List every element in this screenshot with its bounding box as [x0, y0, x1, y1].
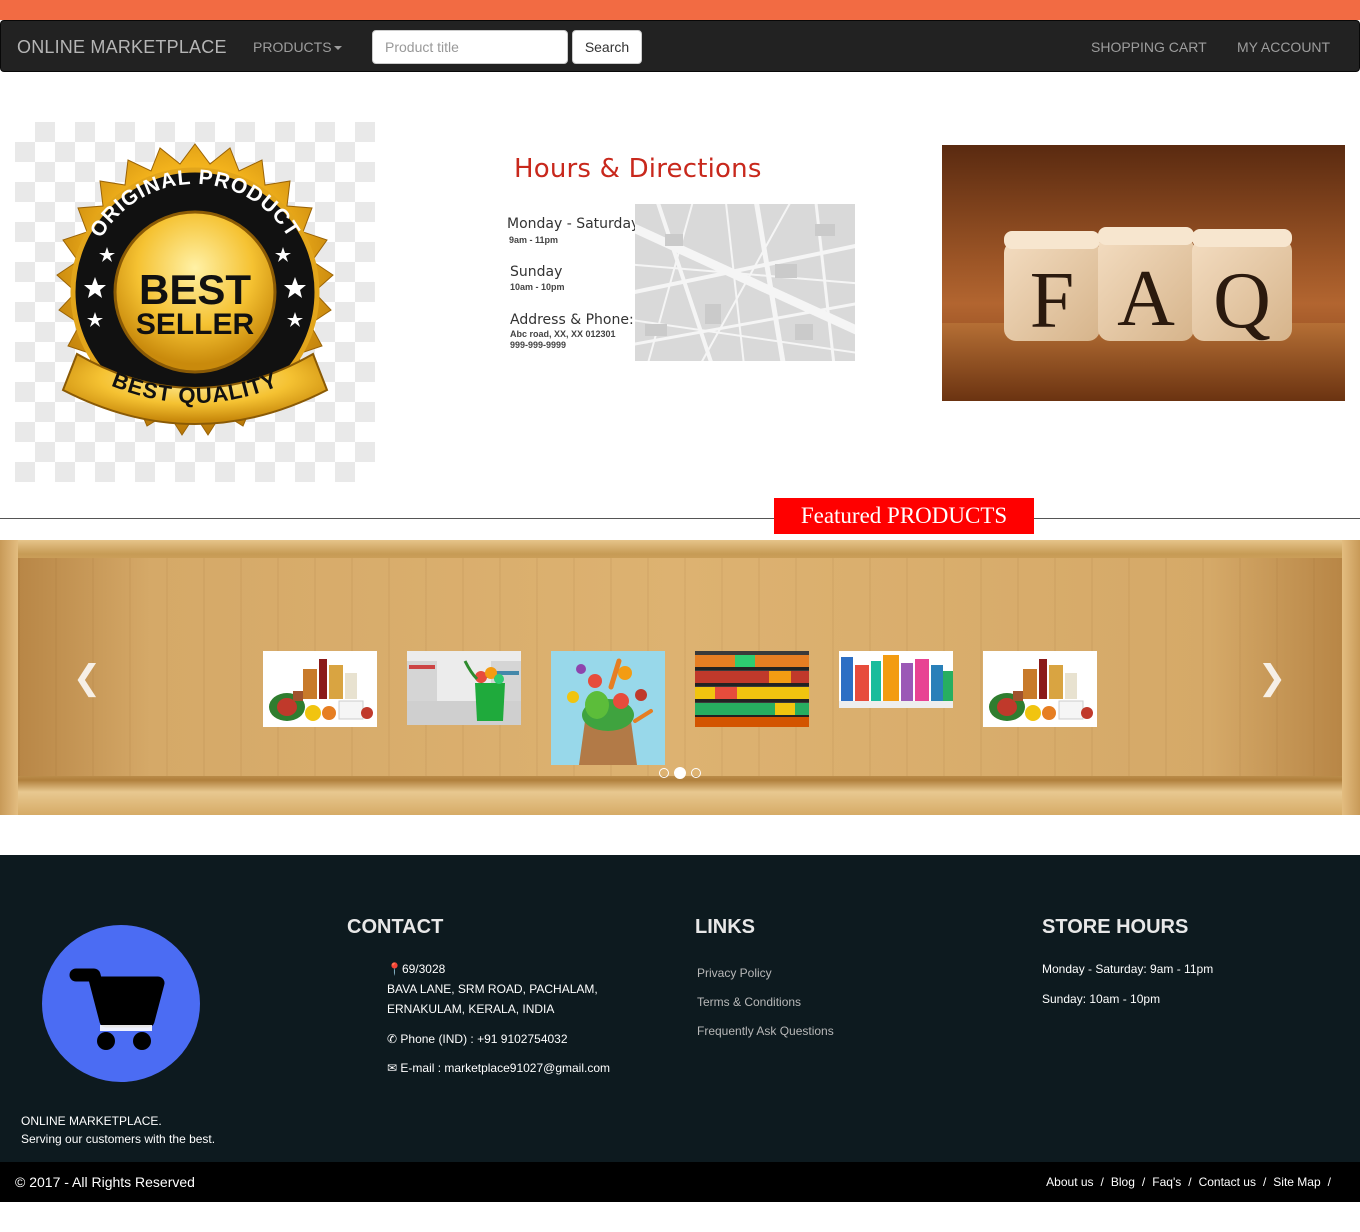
product-thumb-grocery-assortment[interactable] [263, 651, 377, 727]
carousel-indicator-3[interactable] [691, 768, 701, 778]
product-thumb-shopping-bag[interactable] [407, 651, 521, 725]
copyright-text: © 2017 - All Rights Reserved [15, 1174, 195, 1190]
badge-line1: BEST [139, 266, 251, 313]
address-line-3: ERNAKULAM, KERALA, INDIA [387, 1002, 555, 1016]
address-line-2: BAVA LANE, SRM ROAD, PACHALAM, [387, 982, 598, 996]
carousel-next-chevron-icon[interactable]: ❯ [1257, 658, 1287, 698]
footer-brand-name: ONLINE MARKETPLACE. [21, 1114, 162, 1128]
best-seller-badge[interactable]: ORIGINAL PRODUCT BEST SELLER BEST QUALIT… [15, 122, 375, 482]
store-hours-sunday: Sunday: 10am - 10pm [1042, 992, 1161, 1006]
shelf-right-panel [1342, 540, 1360, 815]
map-marker-icon: 📍 [387, 962, 402, 976]
product-thumb-produce-shelves[interactable] [695, 651, 809, 727]
phone-icon: ✆ [387, 1032, 398, 1046]
produce-shelves-image-icon [695, 651, 809, 727]
product-thumb-grocery-assortment-2[interactable] [983, 651, 1097, 727]
caret-down-icon [333, 46, 342, 51]
product-thumb-vegetables-bag[interactable] [551, 651, 665, 765]
carousel-indicator-2[interactable] [674, 767, 686, 779]
sunday-time: 10am - 10pm [510, 282, 565, 292]
site-map-link[interactable]: Site Map [1273, 1175, 1320, 1189]
product-thumb-household-products[interactable] [839, 651, 953, 708]
contact-us-link[interactable]: Contact us [1199, 1175, 1256, 1189]
bottom-bar: © 2017 - All Rights Reserved About us / Bl… [0, 1162, 1360, 1202]
address-label: Address & Phone: [510, 312, 634, 328]
vegetables-paper-bag-image-icon [551, 651, 665, 765]
faq-link[interactable]: Frequently Ask Questions [697, 1024, 834, 1038]
my-account-link[interactable]: MY ACCOUNT [1237, 39, 1330, 55]
featured-carousel: ❮ ❯ [0, 540, 1360, 815]
products-dropdown-label: PRODUCTS [253, 39, 332, 55]
faq-letter-q: Q [1213, 257, 1271, 345]
badge-line2: SELLER [136, 308, 255, 341]
shopping-cart-icon [69, 968, 165, 1050]
about-us-link[interactable]: About us [1046, 1175, 1093, 1189]
carousel-indicator-1[interactable] [659, 768, 669, 778]
navbar: ONLINE MARKETPLACE PRODUCTS Search SHOPP… [0, 20, 1360, 72]
household-products-image-icon [839, 651, 953, 708]
link-separator: / [1327, 1175, 1331, 1189]
shelf-left-panel [0, 540, 18, 815]
shopping-cart-link[interactable]: SHOPPING CART [1091, 39, 1207, 55]
brand-link[interactable]: ONLINE MARKETPLACE [17, 37, 227, 58]
link-separator: / [1141, 1175, 1146, 1189]
weekday-label: Monday - Saturday [507, 216, 640, 232]
contact-email[interactable]: E-mail : marketplace91027@gmail.com [400, 1061, 610, 1075]
footer-brand: ONLINE MARKETPLACE. Serving our customer… [21, 1112, 215, 1148]
street-map-image [635, 204, 855, 361]
cart-logo [42, 925, 200, 1082]
carousel-prev-chevron-icon[interactable]: ❮ [72, 658, 102, 698]
grocery-assortment-image-icon [263, 651, 377, 727]
search-input[interactable] [372, 30, 568, 64]
footer: ONLINE MARKETPLACE. Serving our customer… [0, 855, 1360, 1162]
footer-tagline: Serving our customers with the best. [21, 1132, 216, 1146]
contact-heading: CONTACT [347, 916, 444, 938]
search-button[interactable]: Search [572, 30, 642, 64]
link-separator: / [1100, 1175, 1104, 1189]
bottom-links: About us / Blog / Faq's / Contact us / Site Map / [1046, 1175, 1338, 1189]
privacy-policy-link[interactable]: Privacy Policy [697, 966, 772, 980]
faqs-link[interactable]: Faq's [1152, 1175, 1181, 1189]
phone-line: 999-999-9999 [510, 340, 567, 350]
faq-blocks-graphic: F A Q [942, 145, 1345, 401]
links-heading: LINKS [695, 916, 755, 938]
sunday-label: Sunday [510, 264, 563, 280]
faq-letter-f: F [1030, 257, 1075, 345]
blog-link[interactable]: Blog [1111, 1175, 1135, 1189]
best-seller-badge-graphic: ORIGINAL PRODUCT BEST SELLER BEST QUALIT… [56, 143, 334, 436]
address-line-1: 69/3028 [401, 962, 446, 976]
top-accent-strip [0, 0, 1360, 20]
shelf-wood-grain [18, 558, 1342, 776]
featured-divider [0, 518, 1360, 519]
envelope-icon: ✉ [387, 1061, 398, 1075]
contact-address: 📍69/3028 BAVA LANE, SRM ROAD, PACHALAM, … [387, 959, 598, 1019]
link-separator: / [1188, 1175, 1192, 1189]
weekday-time: 9am - 11pm [509, 235, 559, 245]
hours-directions-title: Hours & Directions [514, 154, 762, 184]
products-dropdown[interactable]: PRODUCTS [253, 39, 342, 55]
contact-email-row: ✉ E-mail : marketplace91027@gmail.com [387, 1058, 610, 1078]
featured-products-label: Featured PRODUCTS [774, 498, 1034, 534]
terms-conditions-link[interactable]: Terms & Conditions [697, 995, 801, 1009]
contact-phone[interactable]: Phone (IND) : +91 9102754032 [400, 1032, 567, 1046]
store-hours-weekdays: Monday - Saturday: 9am - 11pm [1042, 962, 1214, 976]
store-hours-heading: STORE HOURS [1042, 916, 1189, 938]
faq-letter-a: A [1117, 255, 1175, 343]
shopping-bag-supermarket-image-icon [407, 651, 521, 725]
contact-phone-row: ✆ Phone (IND) : +91 9102754032 [387, 1029, 568, 1049]
faq-image[interactable]: F A Q [942, 145, 1345, 401]
grocery-assortment-image-icon [983, 651, 1097, 727]
link-separator: / [1262, 1175, 1267, 1189]
